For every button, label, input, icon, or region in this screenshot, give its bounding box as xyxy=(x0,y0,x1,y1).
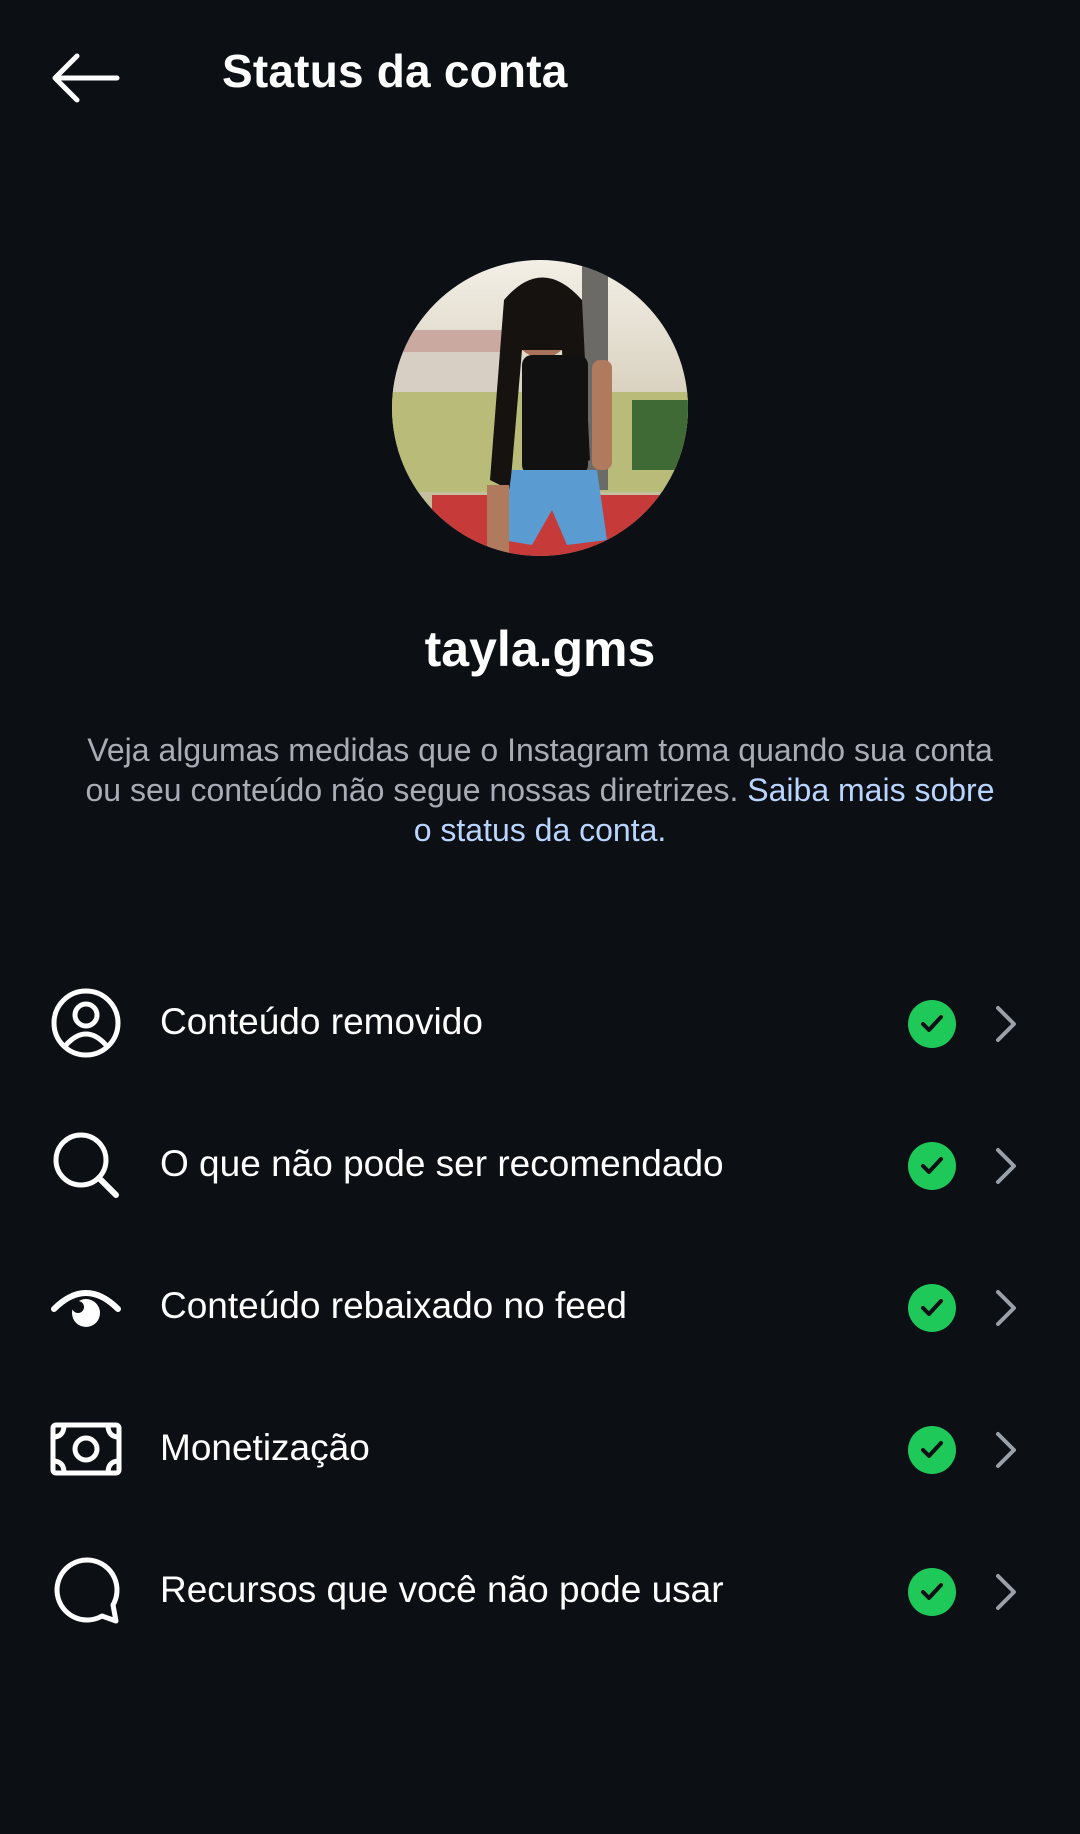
status-item-restricted-features[interactable]: Recursos que você não pode usar xyxy=(0,1520,1080,1662)
chevron-right-icon xyxy=(990,1286,1022,1330)
status-item-demoted-feed[interactable]: Conteúdo rebaixado no feed xyxy=(0,1236,1080,1378)
back-button[interactable] xyxy=(40,38,130,118)
check-icon xyxy=(908,1142,956,1190)
top-bar: Status da conta xyxy=(0,0,1080,150)
check-icon xyxy=(908,1000,956,1048)
chevron-right-icon xyxy=(990,1144,1022,1188)
account-status-screen: Status da conta tayla.gms Veja algumas m… xyxy=(0,0,1080,1834)
chevron-right-icon xyxy=(990,1570,1022,1614)
eye-downrank-icon xyxy=(50,1271,122,1343)
status-item-monetization[interactable]: Monetização xyxy=(0,1378,1080,1520)
status-item-label: Conteúdo rebaixado no feed xyxy=(160,1285,627,1326)
description-text: Veja algumas medidas que o Instagram tom… xyxy=(80,730,1000,850)
status-item-not-recommended[interactable]: O que não pode ser recomendado xyxy=(0,1094,1080,1236)
status-item-label: O que não pode ser recomendado xyxy=(160,1143,724,1184)
status-list: Conteúdo removido O que não pode ser rec… xyxy=(0,952,1080,1662)
search-icon xyxy=(50,1129,122,1201)
chevron-right-icon xyxy=(990,1002,1022,1046)
avatar[interactable] xyxy=(392,260,688,556)
money-icon xyxy=(50,1413,122,1485)
check-icon xyxy=(908,1568,956,1616)
status-item-removed-content[interactable]: Conteúdo removido xyxy=(0,952,1080,1094)
chevron-right-icon xyxy=(990,1428,1022,1472)
status-item-label: Recursos que você não pode usar xyxy=(160,1569,724,1610)
user-circle-icon xyxy=(50,987,122,1059)
check-icon xyxy=(908,1426,956,1474)
chat-bubble-icon xyxy=(50,1555,122,1627)
check-icon xyxy=(908,1284,956,1332)
status-item-label: Monetização xyxy=(160,1427,370,1468)
arrow-left-icon xyxy=(52,53,120,103)
page-title: Status da conta xyxy=(222,45,568,97)
username: tayla.gms xyxy=(424,621,656,677)
avatar-photo xyxy=(392,260,688,556)
status-item-label: Conteúdo removido xyxy=(160,1001,483,1042)
